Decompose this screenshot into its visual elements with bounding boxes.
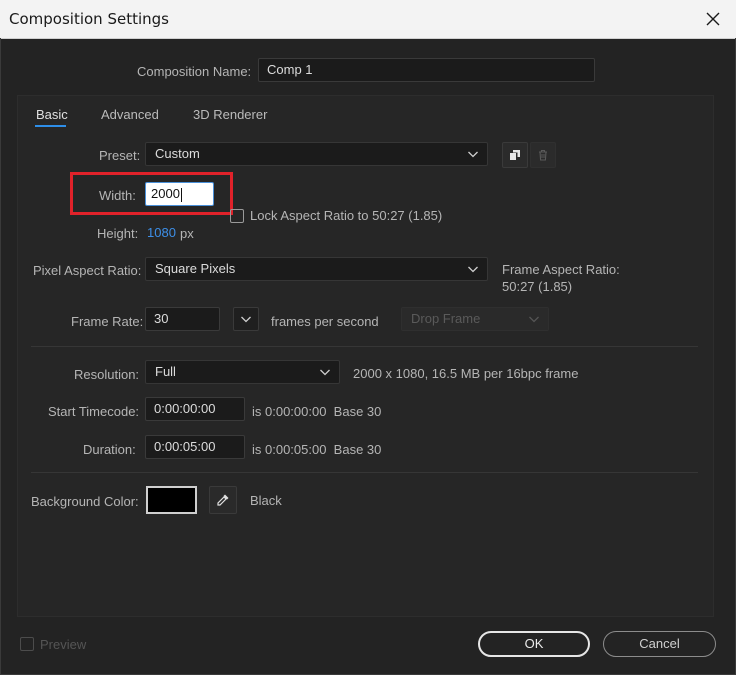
pixel-aspect-dropdown[interactable]: Square Pixels: [145, 257, 488, 281]
lock-aspect-label: Lock Aspect Ratio to 50:27 (1.85): [250, 208, 443, 223]
new-preset-icon: [510, 150, 520, 160]
preview-label: Preview: [40, 637, 87, 652]
active-tab-indicator: [35, 125, 66, 127]
duration-info: is 0:00:05:00 Base 30: [252, 442, 382, 457]
close-icon: [706, 12, 720, 26]
delete-preset-button[interactable]: [530, 142, 556, 168]
height-unit: px: [180, 226, 194, 241]
divider: [31, 346, 698, 347]
resolution-dropdown[interactable]: Full: [145, 360, 340, 384]
preset-value: Custom: [155, 146, 200, 161]
height-label: Height:: [97, 226, 139, 241]
frame-rate-label: Frame Rate:: [71, 314, 144, 329]
comp-name-label: Composition Name:: [137, 64, 252, 79]
close-button[interactable]: [700, 6, 726, 32]
duration-label: Duration:: [83, 442, 136, 457]
background-color-name: Black: [250, 493, 282, 508]
chevron-down-icon: [529, 316, 539, 323]
trash-icon: [539, 149, 547, 161]
chevron-down-icon: [320, 369, 330, 376]
pixel-aspect-label: Pixel Aspect Ratio:: [33, 263, 142, 278]
duration-input[interactable]: 0:00:05:00: [145, 435, 245, 459]
eyedropper-icon: [217, 494, 229, 506]
background-color-swatch[interactable]: [146, 486, 197, 514]
chevron-down-icon: [468, 266, 478, 273]
tab-3d-renderer[interactable]: 3D Renderer: [193, 107, 267, 122]
start-timecode-label: Start Timecode:: [48, 404, 140, 419]
resolution-label: Resolution:: [74, 367, 140, 382]
eyedropper-button[interactable]: [209, 486, 237, 514]
drop-frame-dropdown: Drop Frame: [401, 307, 549, 331]
comp-name-input[interactable]: Comp 1: [258, 58, 595, 82]
cancel-button[interactable]: Cancel: [603, 631, 716, 657]
frame-rate-dropdown-button[interactable]: [233, 307, 259, 331]
chevron-down-icon: [241, 316, 251, 323]
frame-aspect-value: 50:27 (1.85): [502, 279, 573, 294]
background-color-label: Background Color:: [31, 494, 139, 509]
preset-dropdown[interactable]: Custom: [145, 142, 488, 166]
width-highlight-box: [70, 172, 233, 215]
chevron-down-icon: [468, 151, 478, 158]
frame-rate-unit: frames per second: [271, 314, 379, 329]
tab-basic[interactable]: Basic: [36, 107, 68, 122]
title-bar: Composition Settings: [0, 0, 736, 39]
start-timecode-info: is 0:00:00:00 Base 30: [252, 404, 382, 419]
preset-label: Preset:: [99, 148, 141, 163]
resolution-info: 2000 x 1080, 16.5 MB per 16bpc frame: [353, 366, 579, 381]
save-preset-button[interactable]: [502, 142, 528, 168]
frame-aspect-label: Frame Aspect Ratio:: [502, 262, 620, 277]
window-title: Composition Settings: [9, 10, 169, 28]
ok-button[interactable]: OK: [478, 631, 590, 657]
tab-advanced[interactable]: Advanced: [101, 107, 159, 122]
frame-rate-input[interactable]: 30: [145, 307, 220, 331]
start-timecode-input[interactable]: 0:00:00:00: [145, 397, 245, 421]
pixel-aspect-value: Square Pixels: [155, 261, 236, 276]
drop-frame-value: Drop Frame: [411, 311, 481, 326]
height-value[interactable]: 1080: [147, 225, 176, 240]
divider: [31, 472, 698, 473]
resolution-value: Full: [155, 364, 176, 379]
lock-aspect-checkbox[interactable]: [230, 209, 244, 223]
preview-checkbox[interactable]: [20, 637, 34, 651]
